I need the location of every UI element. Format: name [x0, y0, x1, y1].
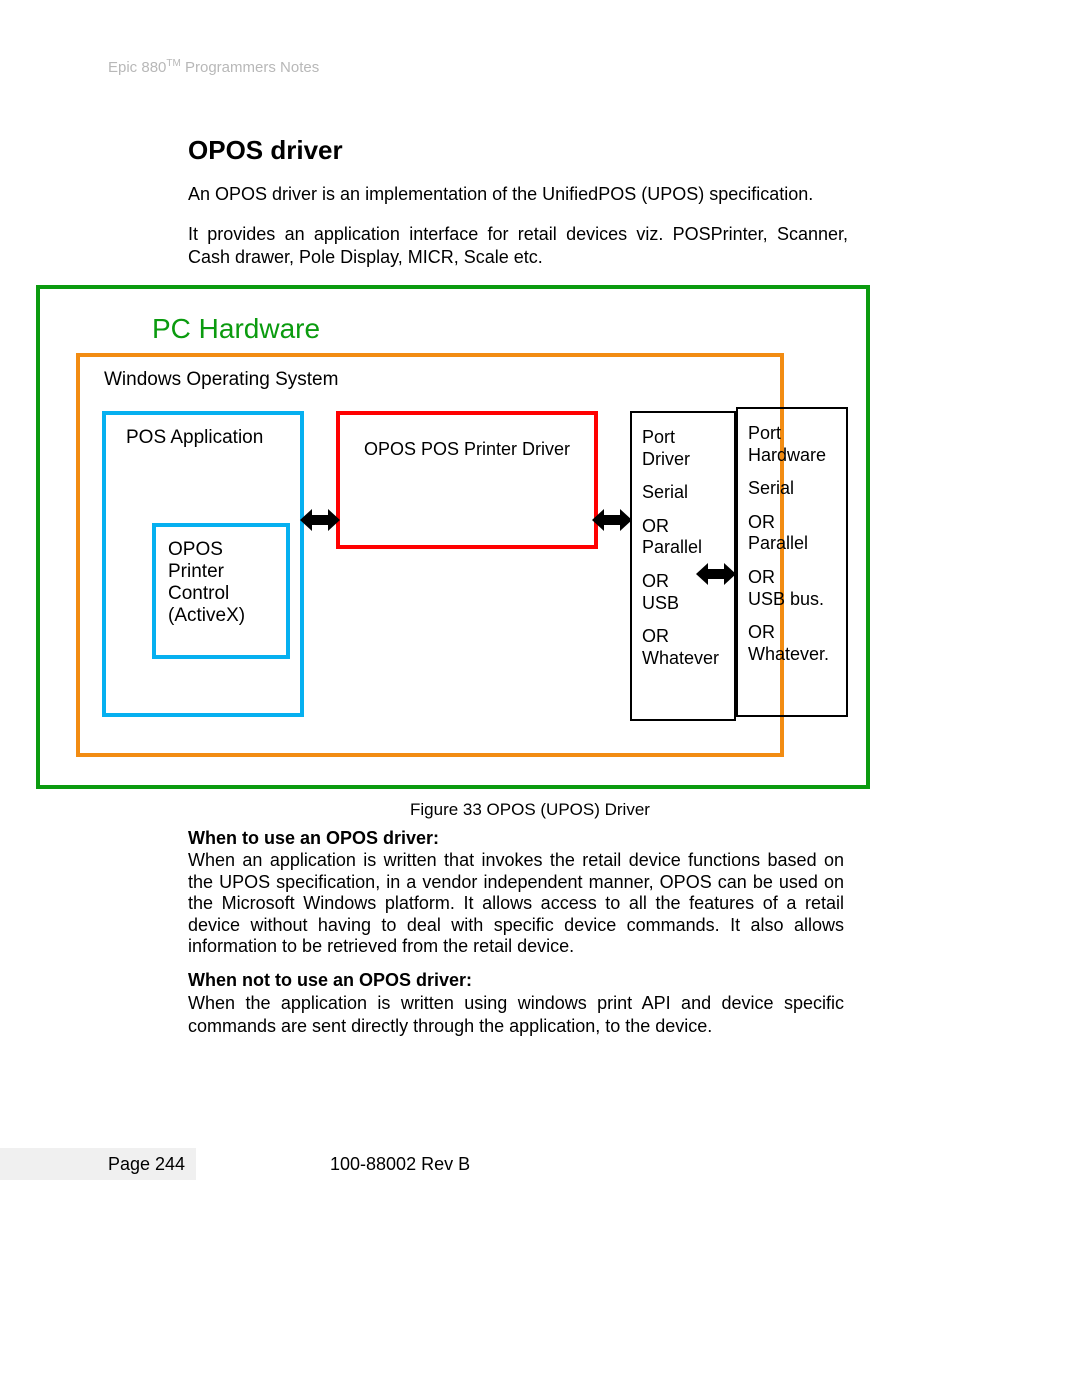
opos-pos-printer-driver-label: OPOS POS Printer Driver	[364, 439, 570, 460]
when-to-use-title: When to use an OPOS driver:	[188, 828, 439, 849]
figure-caption: Figure 33 OPOS (UPOS) Driver	[410, 800, 650, 820]
section-title: OPOS driver	[188, 135, 343, 166]
intro-paragraph-2: It provides an application interface for…	[188, 223, 848, 268]
port-driver-box: Port Driver Serial OR Parallel OR USB OR…	[630, 411, 736, 721]
double-arrow-icon	[592, 507, 632, 533]
trademark: TM	[166, 58, 180, 69]
opos-printer-control-box: OPOS Printer Control (ActiveX)	[152, 523, 290, 659]
opos-printer-control-label: OPOS Printer Control (ActiveX)	[168, 539, 245, 626]
double-arrow-icon	[300, 507, 340, 533]
intro-paragraph-1: An OPOS driver is an implementation of t…	[188, 183, 848, 206]
windows-os-box: Windows Operating System POS Application…	[76, 353, 784, 757]
windows-os-label: Windows Operating System	[104, 369, 338, 391]
pc-hardware-box: PC Hardware Windows Operating System POS…	[36, 285, 870, 789]
pos-application-box: POS Application OPOS Printer Control (Ac…	[102, 411, 304, 717]
document-revision: 100-88002 Rev B	[330, 1154, 470, 1175]
when-to-use-paragraph: When an application is written that invo…	[188, 850, 844, 958]
pc-hardware-label: PC Hardware	[152, 313, 320, 345]
header-suffix: Programmers Notes	[181, 59, 319, 76]
when-not-to-use-title: When not to use an OPOS driver:	[188, 970, 472, 991]
opos-pos-printer-driver-box: OPOS POS Printer Driver	[336, 411, 598, 549]
port-hardware-box: Port Hardware Serial OR Parallel OR USB …	[736, 407, 848, 717]
header-product: Epic 880	[108, 59, 166, 76]
pos-application-label: POS Application	[126, 427, 263, 449]
page-number: Page 244	[108, 1154, 185, 1175]
page-header: Epic 880TM Programmers Notes	[108, 58, 319, 76]
when-not-to-use-paragraph: When the application is written using wi…	[188, 992, 844, 1037]
